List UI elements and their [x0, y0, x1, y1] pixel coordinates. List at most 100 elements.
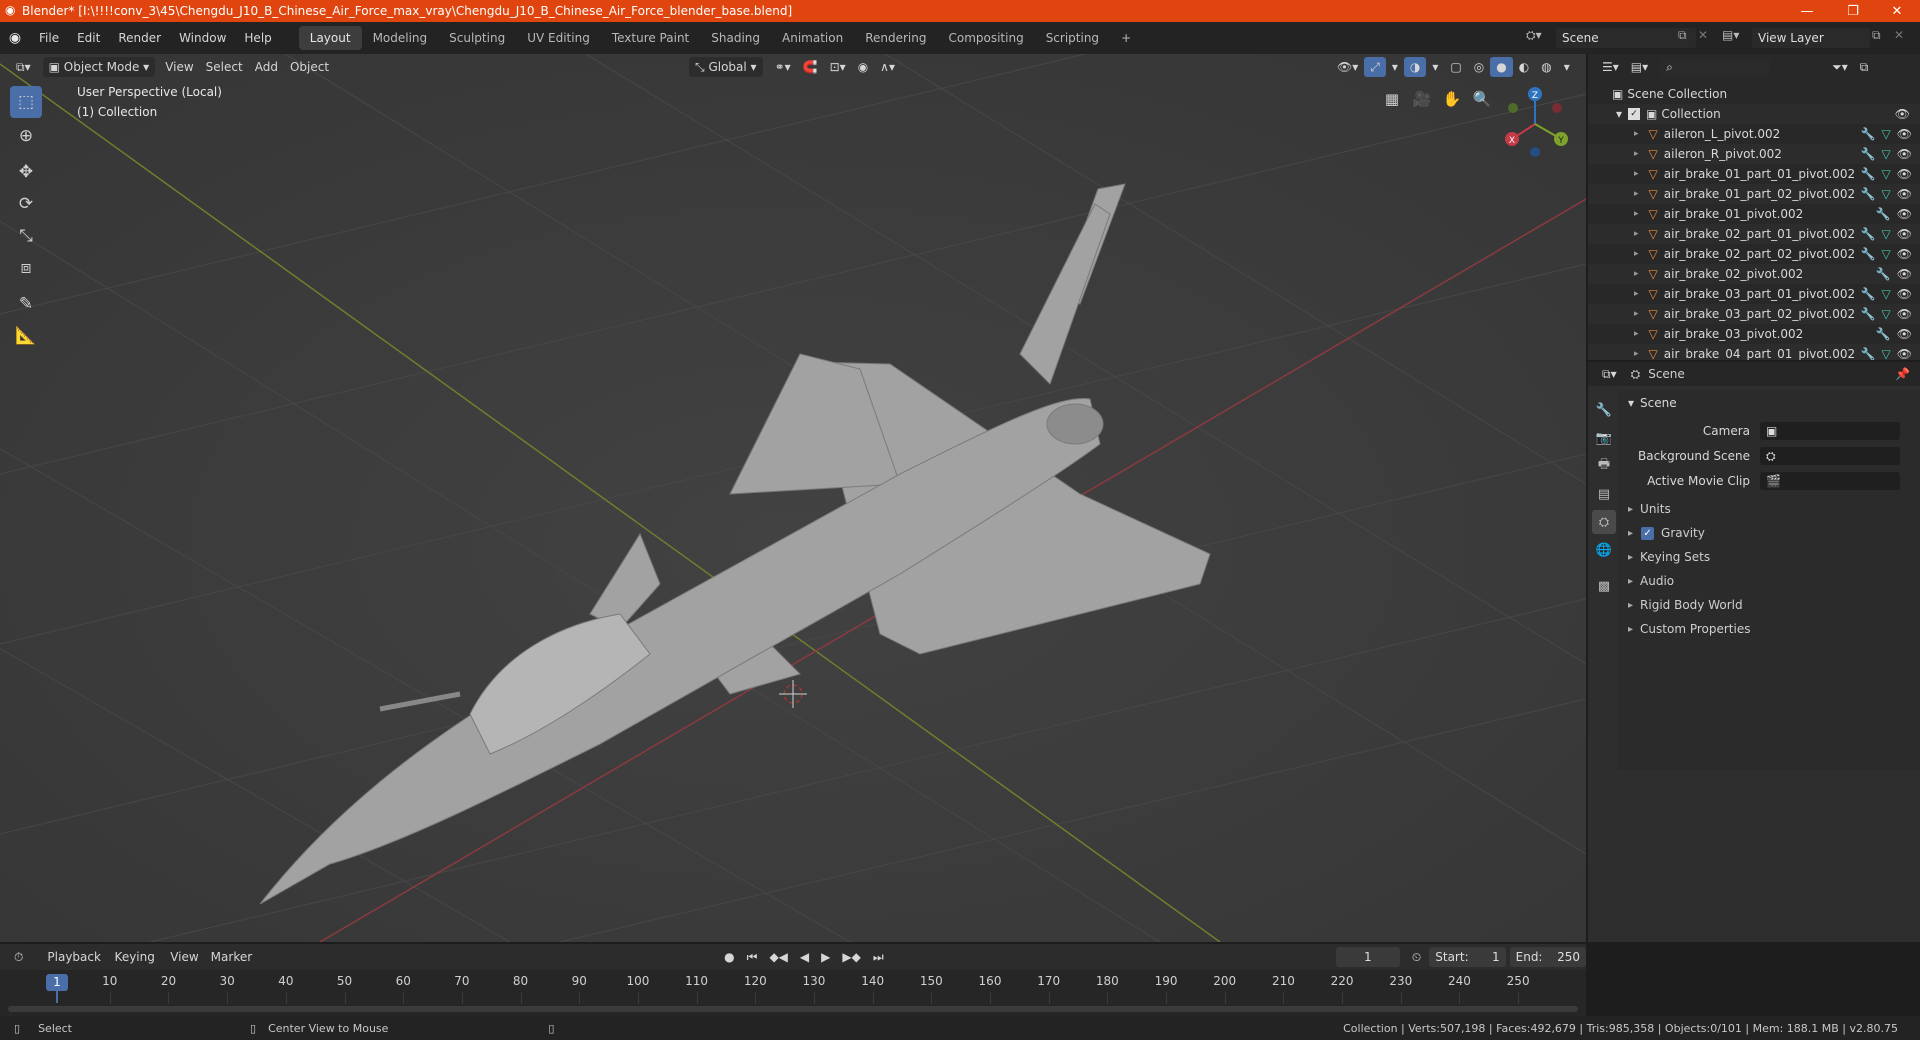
material-shading-icon[interactable]: ◐: [1513, 57, 1535, 77]
visibility-eye-icon[interactable]: 👁: [1895, 107, 1910, 121]
rendered-shading-icon[interactable]: ◍: [1535, 57, 1557, 77]
active-movie-clip-field[interactable]: 🎬: [1760, 472, 1900, 490]
expand-arrow-icon[interactable]: ▸: [1634, 229, 1639, 239]
visibility-icon[interactable]: 👁▾: [1331, 57, 1364, 77]
camera-view-icon[interactable]: 🎥: [1408, 85, 1436, 113]
start-frame-field[interactable]: Start: 1: [1429, 947, 1506, 967]
current-frame-field[interactable]: 1: [1335, 947, 1400, 967]
jump-start-icon[interactable]: ⏮: [741, 947, 764, 967]
outliner-object-row[interactable]: ▸ ▽ air_brake_03_part_01_pivot.002 🔧 ▽ 👁: [1588, 284, 1920, 304]
visibility-eye-icon[interactable]: 👁: [1897, 327, 1912, 341]
tab-animation[interactable]: Animation: [771, 26, 854, 50]
pan-view-icon[interactable]: ✋: [1438, 85, 1466, 113]
visibility-eye-icon[interactable]: 👁: [1897, 207, 1912, 221]
mesh-data-icon[interactable]: ▽: [1882, 247, 1891, 261]
pivot-icon[interactable]: ⚭▾: [769, 57, 797, 77]
visibility-eye-icon[interactable]: 👁: [1897, 267, 1912, 281]
visibility-eye-icon[interactable]: 👁: [1897, 187, 1912, 201]
modifier-wrench-icon[interactable]: 🔧: [1861, 147, 1876, 161]
move-tool-icon[interactable]: ✥: [10, 156, 42, 188]
scene-selector[interactable]: Scene: [1556, 28, 1696, 48]
delete-view-layer-icon[interactable]: ✕: [1894, 28, 1904, 42]
playhead[interactable]: 1: [46, 974, 68, 991]
menu-help[interactable]: Help: [235, 22, 280, 54]
next-keyframe-icon[interactable]: ▶◆: [836, 947, 866, 967]
tab-scripting[interactable]: Scripting: [1035, 26, 1110, 50]
outliner-object-row[interactable]: ▸ ▽ air_brake_03_pivot.002 🔧 👁: [1588, 324, 1920, 344]
gizmo-toggle-icon[interactable]: ⤢: [1364, 57, 1386, 77]
menu-edit[interactable]: Edit: [68, 22, 109, 54]
property-section-keying-sets[interactable]: ▸ Keying Sets: [1620, 546, 1920, 568]
modifier-wrench-icon[interactable]: 🔧: [1861, 227, 1876, 241]
playback-menu[interactable]: Playback ▾: [41, 947, 108, 984]
view-layer-tab-icon[interactable]: ▤: [1592, 482, 1616, 506]
menu-view[interactable]: View: [159, 57, 199, 77]
tab-rendering[interactable]: Rendering: [854, 26, 937, 50]
close-button[interactable]: ✕: [1874, 0, 1920, 22]
end-frame-field[interactable]: End: 250: [1509, 947, 1586, 967]
modifier-wrench-icon[interactable]: 🔧: [1861, 247, 1876, 261]
visibility-eye-icon[interactable]: 👁: [1897, 247, 1912, 261]
expand-arrow-icon[interactable]: ▸: [1634, 209, 1639, 219]
tab-texture-paint[interactable]: Texture Paint: [601, 26, 700, 50]
render-tab-icon[interactable]: 📷: [1592, 426, 1616, 450]
tab-layout[interactable]: Layout: [298, 26, 362, 50]
modifier-wrench-icon[interactable]: 🔧: [1876, 207, 1891, 221]
modifier-wrench-icon[interactable]: 🔧: [1861, 187, 1876, 201]
overlay-toggle-icon[interactable]: ◑: [1403, 57, 1427, 77]
expand-arrow-icon[interactable]: ▸: [1634, 309, 1639, 319]
texture-tab-icon[interactable]: ▩: [1592, 574, 1616, 598]
measure-tool-icon[interactable]: 📐: [10, 320, 42, 352]
outliner-editor-type-icon[interactable]: ☰▾: [1596, 57, 1625, 77]
add-workspace-icon[interactable]: +: [1110, 26, 1142, 50]
mesh-data-icon[interactable]: ▽: [1882, 127, 1891, 141]
camera-field[interactable]: ▣: [1760, 422, 1900, 440]
scale-tool-icon[interactable]: ⤡: [10, 220, 42, 252]
scene-panel-header[interactable]: ▾ Scene: [1620, 392, 1920, 414]
visibility-eye-icon[interactable]: 👁: [1897, 227, 1912, 241]
property-section-units[interactable]: ▸ Units: [1620, 498, 1920, 520]
new-scene-icon[interactable]: ⧉: [1678, 28, 1687, 43]
timeline-view-menu[interactable]: View: [164, 947, 204, 967]
background-scene-field[interactable]: ⛭: [1760, 447, 1900, 465]
property-section-custom-properties[interactable]: ▸ Custom Properties: [1620, 618, 1920, 640]
modifier-wrench-icon[interactable]: 🔧: [1861, 167, 1876, 181]
gravity-checkbox[interactable]: ✓: [1641, 526, 1655, 540]
proportional-edit-icon[interactable]: ◉: [852, 57, 874, 77]
output-tab-icon[interactable]: 🖶: [1592, 454, 1616, 478]
marker-menu[interactable]: Marker: [205, 947, 258, 967]
expand-arrow-icon[interactable]: ▾: [1616, 107, 1622, 121]
tab-uv-editing[interactable]: UV Editing: [516, 26, 601, 50]
property-section-audio[interactable]: ▸ Audio: [1620, 570, 1920, 592]
menu-render[interactable]: Render: [109, 22, 170, 54]
world-tab-icon[interactable]: 🌐: [1592, 538, 1616, 562]
play-reverse-icon[interactable]: ◀: [794, 947, 815, 967]
modifier-wrench-icon[interactable]: 🔧: [1876, 267, 1891, 281]
record-icon[interactable]: ●: [718, 947, 740, 967]
scene-tab-icon[interactable]: ⛭: [1592, 510, 1616, 534]
blender-menu-icon[interactable]: ◉: [0, 30, 30, 46]
visibility-eye-icon[interactable]: 👁: [1897, 167, 1912, 181]
modifier-wrench-icon[interactable]: 🔧: [1861, 347, 1876, 360]
shading-dropdown-icon[interactable]: ▾: [1558, 57, 1576, 77]
mesh-data-icon[interactable]: ▽: [1882, 167, 1891, 181]
expand-arrow-icon[interactable]: ▸: [1634, 329, 1639, 339]
visibility-eye-icon[interactable]: 👁: [1897, 147, 1912, 161]
property-section-rigid-body-world[interactable]: ▸ Rigid Body World: [1620, 594, 1920, 616]
toggle-grid-view-icon[interactable]: ▦: [1378, 85, 1406, 113]
outliner-object-row[interactable]: ▸ ▽ air_brake_02_part_01_pivot.002 🔧 ▽ 👁: [1588, 224, 1920, 244]
view-layer-selector[interactable]: View Layer: [1752, 28, 1870, 48]
use-preview-range-icon[interactable]: ⏲: [1406, 947, 1427, 967]
play-icon[interactable]: ▶: [815, 947, 836, 967]
display-mode-icon[interactable]: ▤▾: [1625, 57, 1654, 77]
select-box-tool-icon[interactable]: ⬚: [10, 86, 42, 118]
timeline-scrollbar[interactable]: [8, 1006, 1578, 1012]
outliner-object-row[interactable]: ▸ ▽ air_brake_01_pivot.002 🔧 👁: [1588, 204, 1920, 224]
tab-shading[interactable]: Shading: [700, 26, 771, 50]
menu-add[interactable]: Add: [249, 57, 284, 77]
solid-shading-icon[interactable]: ●: [1490, 57, 1513, 77]
expand-arrow-icon[interactable]: ▸: [1634, 269, 1639, 279]
outliner-object-row[interactable]: ▸ ▽ aileron_R_pivot.002 🔧 ▽ 👁: [1588, 144, 1920, 164]
outliner-object-row[interactable]: ▸ ▽ aileron_L_pivot.002 🔧 ▽ 👁: [1588, 124, 1920, 144]
expand-arrow-icon[interactable]: ▸: [1634, 249, 1639, 259]
